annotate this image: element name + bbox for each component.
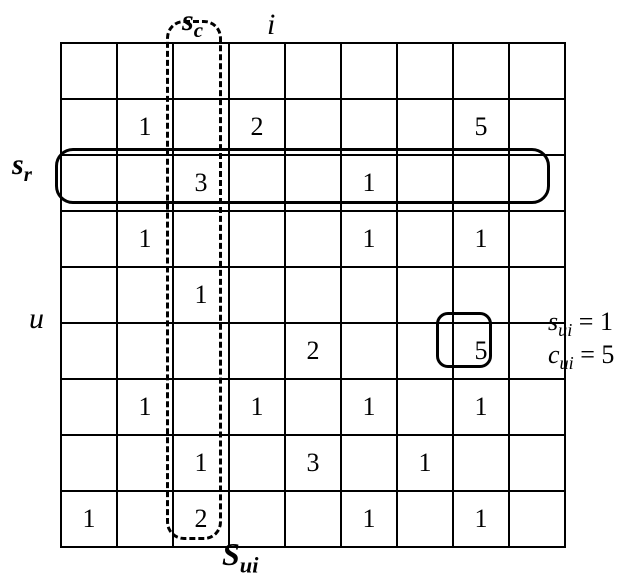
matrix-cell [509,435,565,491]
matrix-cell [285,491,341,547]
matrix-cell [509,491,565,547]
matrix-cell [397,99,453,155]
label-i: i [267,8,275,42]
matrix-cell [397,43,453,99]
matrix-cell [285,99,341,155]
matrix-cell [61,323,117,379]
matrix-grid: 1253111112511111311211 [60,42,566,548]
matrix-cell: 2 [285,323,341,379]
matrix-cell: 1 [117,379,173,435]
matrix-cell [341,435,397,491]
matrix-cell [453,435,509,491]
label-s_r: sr [12,148,32,187]
matrix-cell: 1 [397,435,453,491]
matrix-cell [229,211,285,267]
matrix-cell [117,267,173,323]
matrix-cell [341,267,397,323]
highlight-col-s_c [166,20,222,540]
matrix-cell [229,491,285,547]
highlight-row-s_r [55,148,550,204]
matrix-cell [509,211,565,267]
matrix-cell [285,379,341,435]
matrix-cell [117,491,173,547]
matrix-cell [117,435,173,491]
matrix-cell [229,435,285,491]
matrix-cell [285,43,341,99]
matrix-cell [509,379,565,435]
matrix-cell: 1 [117,99,173,155]
matrix-cell [397,379,453,435]
matrix-cell: 1 [453,491,509,547]
matrix-cell [117,323,173,379]
matrix-cell: 1 [229,379,285,435]
matrix-cell [453,43,509,99]
matrix-cell: 1 [61,491,117,547]
matrix-cell: 1 [341,491,397,547]
matrix-cell [509,99,565,155]
matrix-cell: 1 [453,211,509,267]
diagram-stage: sc i sr u Sui 1253111112511111311211 sui… [0,0,640,577]
matrix-cell [341,43,397,99]
matrix-cell [61,43,117,99]
matrix-cell [61,211,117,267]
matrix-cell: 1 [341,379,397,435]
matrix-cell: 3 [285,435,341,491]
matrix-cell [341,99,397,155]
equation-c_ui: cui = 5 [548,340,614,374]
label-u: u [29,302,44,336]
matrix-cell: 2 [229,99,285,155]
matrix-cell [397,211,453,267]
matrix-cell [61,99,117,155]
matrix-cell [341,323,397,379]
matrix-cell: 1 [341,211,397,267]
matrix-cell [397,491,453,547]
matrix-cell [509,43,565,99]
matrix-cell [285,267,341,323]
highlight-cell-s_ui [436,312,492,368]
matrix-cell [61,435,117,491]
matrix-cell [229,323,285,379]
matrix-cell [229,43,285,99]
matrix-cell [285,211,341,267]
matrix-cell: 1 [117,211,173,267]
matrix-cell: 5 [453,99,509,155]
matrix-cell [117,43,173,99]
equation-s_ui: sui = 1 [548,307,613,341]
matrix-cell: 1 [453,379,509,435]
matrix-cell [229,267,285,323]
matrix-cell [61,267,117,323]
matrix-cell [61,379,117,435]
